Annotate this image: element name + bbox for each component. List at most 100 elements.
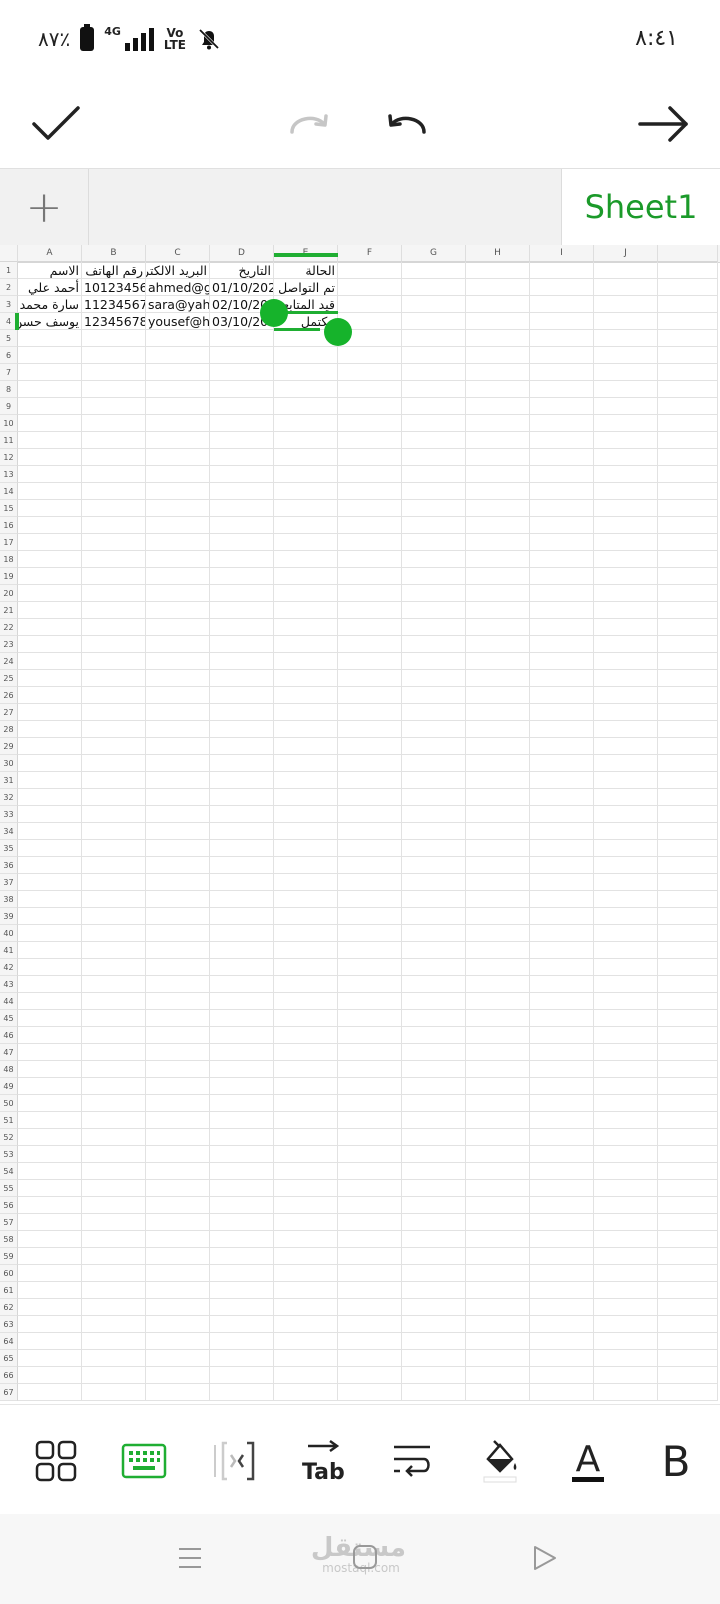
cell-c26[interactable] (146, 687, 210, 704)
cell-e47[interactable] (274, 1044, 338, 1061)
cell-h11[interactable] (466, 432, 530, 449)
cell-e28[interactable] (274, 721, 338, 738)
cell-a39[interactable] (18, 908, 82, 925)
cell-h20[interactable] (466, 585, 530, 602)
row-header-24[interactable]: 24 (0, 653, 18, 670)
cell-k52[interactable] (658, 1129, 718, 1146)
cell-g34[interactable] (402, 823, 466, 840)
cell-g28[interactable] (402, 721, 466, 738)
cell-i63[interactable] (530, 1316, 594, 1333)
cell-c53[interactable] (146, 1146, 210, 1163)
cell-a44[interactable] (18, 993, 82, 1010)
cell-k27[interactable] (658, 704, 718, 721)
cell-b36[interactable] (82, 857, 146, 874)
cell-b62[interactable] (82, 1299, 146, 1316)
cell-h28[interactable] (466, 721, 530, 738)
row-header-41[interactable]: 41 (0, 942, 18, 959)
cell-h33[interactable] (466, 806, 530, 823)
row-header-2[interactable]: 2 (0, 279, 18, 296)
cell-e26[interactable] (274, 687, 338, 704)
cell-d66[interactable] (210, 1367, 274, 1384)
cell-e65[interactable] (274, 1350, 338, 1367)
row-header-16[interactable]: 16 (0, 517, 18, 534)
cell-a1[interactable]: الاسم (18, 262, 82, 279)
cell-k18[interactable] (658, 551, 718, 568)
cell-g7[interactable] (402, 364, 466, 381)
row-header-43[interactable]: 43 (0, 976, 18, 993)
cell-i62[interactable] (530, 1299, 594, 1316)
cell-j39[interactable] (594, 908, 658, 925)
cell-a35[interactable] (18, 840, 82, 857)
cell-h45[interactable] (466, 1010, 530, 1027)
cell-h58[interactable] (466, 1231, 530, 1248)
cell-b41[interactable] (82, 942, 146, 959)
cell-c46[interactable] (146, 1027, 210, 1044)
cell-k50[interactable] (658, 1095, 718, 1112)
cell-h52[interactable] (466, 1129, 530, 1146)
cell-k60[interactable] (658, 1265, 718, 1282)
cell-d48[interactable] (210, 1061, 274, 1078)
cell-i31[interactable] (530, 772, 594, 789)
cell-e31[interactable] (274, 772, 338, 789)
cell-i16[interactable] (530, 517, 594, 534)
cell-a18[interactable] (18, 551, 82, 568)
cell-h46[interactable] (466, 1027, 530, 1044)
cell-f14[interactable] (338, 483, 402, 500)
cell-f27[interactable] (338, 704, 402, 721)
cell-g54[interactable] (402, 1163, 466, 1180)
cell-c45[interactable] (146, 1010, 210, 1027)
wrap-text-icon[interactable] (384, 1433, 440, 1489)
cell-j35[interactable] (594, 840, 658, 857)
cell-k54[interactable] (658, 1163, 718, 1180)
cell-d16[interactable] (210, 517, 274, 534)
cell-h55[interactable] (466, 1180, 530, 1197)
cell-c28[interactable] (146, 721, 210, 738)
cell-c49[interactable] (146, 1078, 210, 1095)
row-header-52[interactable]: 52 (0, 1129, 18, 1146)
cell-k23[interactable] (658, 636, 718, 653)
cell-e9[interactable] (274, 398, 338, 415)
cell-c14[interactable] (146, 483, 210, 500)
cell-i43[interactable] (530, 976, 594, 993)
cell-j3[interactable] (594, 296, 658, 313)
cell-k4[interactable] (658, 313, 718, 330)
cell-j59[interactable] (594, 1248, 658, 1265)
cell-a64[interactable] (18, 1333, 82, 1350)
cell-j49[interactable] (594, 1078, 658, 1095)
cell-d59[interactable] (210, 1248, 274, 1265)
cell-a33[interactable] (18, 806, 82, 823)
cell-g30[interactable] (402, 755, 466, 772)
cell-k42[interactable] (658, 959, 718, 976)
cell-e30[interactable] (274, 755, 338, 772)
cell-i26[interactable] (530, 687, 594, 704)
cell-j62[interactable] (594, 1299, 658, 1316)
fill-color-icon[interactable] (472, 1433, 528, 1489)
cell-j24[interactable] (594, 653, 658, 670)
cell-h38[interactable] (466, 891, 530, 908)
cell-b61[interactable] (82, 1282, 146, 1299)
cell-e55[interactable] (274, 1180, 338, 1197)
cell-i3[interactable] (530, 296, 594, 313)
cell-h4[interactable] (466, 313, 530, 330)
cell-b51[interactable] (82, 1112, 146, 1129)
cell-f36[interactable] (338, 857, 402, 874)
cell-j63[interactable] (594, 1316, 658, 1333)
cell-h12[interactable] (466, 449, 530, 466)
row-header-37[interactable]: 37 (0, 874, 18, 891)
cell-e19[interactable] (274, 568, 338, 585)
cell-a54[interactable] (18, 1163, 82, 1180)
cell-a56[interactable] (18, 1197, 82, 1214)
cell-g18[interactable] (402, 551, 466, 568)
cell-b5[interactable] (82, 330, 146, 347)
cell-k64[interactable] (658, 1333, 718, 1350)
cell-b10[interactable] (82, 415, 146, 432)
cell-g49[interactable] (402, 1078, 466, 1095)
cell-c24[interactable] (146, 653, 210, 670)
cell-k48[interactable] (658, 1061, 718, 1078)
cell-g29[interactable] (402, 738, 466, 755)
cell-j15[interactable] (594, 500, 658, 517)
cell-a65[interactable] (18, 1350, 82, 1367)
cell-d23[interactable] (210, 636, 274, 653)
cell-h14[interactable] (466, 483, 530, 500)
cell-b32[interactable] (82, 789, 146, 806)
